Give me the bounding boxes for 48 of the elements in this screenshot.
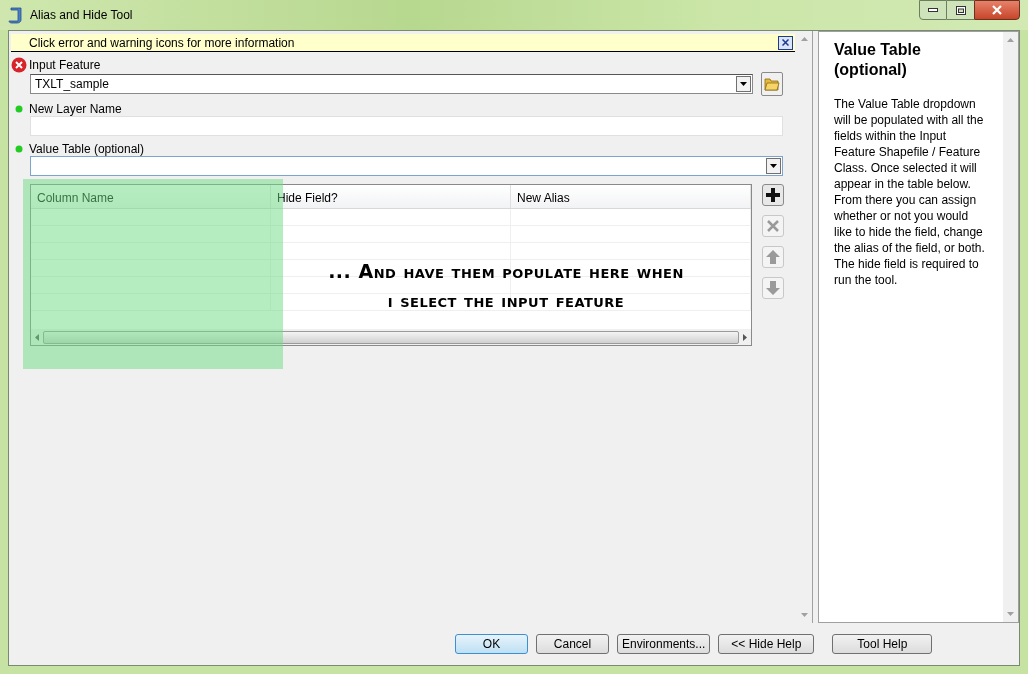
dropdown-field[interactable]: TXLT_sample	[30, 74, 753, 94]
close-button[interactable]	[974, 0, 1020, 20]
column-header[interactable]: New Alias	[511, 185, 751, 208]
scrollbar-thumb[interactable]	[43, 330, 739, 344]
arrow-down-icon	[765, 280, 781, 296]
column-header[interactable]: Column Name	[31, 185, 271, 208]
help-text: The Value Table dropdown will be populated with all the fields within the Input Feature Shapefile / Feature Class. Once selected it will appear in the table below. From there you can assign whether or not you would like to hide the field, change the alias of the field, or both. The hide field is required to run the tool.	[834, 96, 986, 288]
message-text: Click error and warning icons for more information	[29, 34, 296, 52]
dialog-button[interactable]: OK	[455, 634, 528, 654]
parameter-label: Value Table (optional)	[29, 140, 144, 158]
help-title: Value Table (optional)	[834, 40, 922, 80]
plus-button[interactable]	[762, 184, 784, 206]
scroll-left-icon[interactable]	[35, 333, 39, 341]
caret-icon	[740, 82, 747, 86]
annotation-text: i select the input feature	[387, 288, 625, 313]
scroll-down-icon[interactable]	[1007, 612, 1014, 616]
dialog-button[interactable]: << Hide Help	[718, 634, 815, 654]
window-title: Alias and Hide Tool	[30, 7, 133, 24]
close-button[interactable]	[778, 35, 793, 50]
scroll-right-icon[interactable]	[743, 333, 747, 341]
parameter-label: New Layer Name	[29, 100, 122, 118]
error-icon[interactable]	[11, 56, 27, 73]
folder-icon	[764, 77, 780, 91]
parameter-label: Input Feature	[29, 56, 101, 74]
close-icon	[991, 5, 1003, 15]
tool-help-button[interactable]: Tool Help	[832, 634, 933, 654]
minimize-icon	[928, 8, 938, 12]
close-icon	[782, 39, 789, 46]
delete-icon	[765, 218, 781, 234]
vertical-scrollbar[interactable]	[1003, 32, 1018, 622]
scroll-up-icon[interactable]	[1007, 38, 1014, 42]
dropdown-field[interactable]	[30, 156, 783, 176]
dialog-button[interactable]: Environments...	[617, 634, 711, 654]
browse-button[interactable]	[761, 72, 783, 96]
maximize-icon	[955, 5, 966, 15]
minimize-button[interactable]	[919, 0, 947, 20]
text-field[interactable]	[30, 116, 783, 136]
plus-icon	[765, 187, 781, 203]
column-header[interactable]: Hide Field?	[271, 185, 511, 208]
horizontal-scrollbar[interactable]	[31, 329, 751, 345]
annotation-text: ... And have them populate here when	[328, 259, 684, 284]
maximize-button[interactable]	[947, 0, 974, 20]
scroll-down-icon[interactable]	[801, 613, 808, 617]
caret-icon	[770, 164, 777, 168]
scroll-up-icon[interactable]	[801, 37, 808, 41]
dialog-button[interactable]: Cancel	[536, 634, 609, 654]
dropdown-value: TXLT_sample	[34, 76, 110, 93]
arrow-up-icon	[765, 249, 781, 265]
